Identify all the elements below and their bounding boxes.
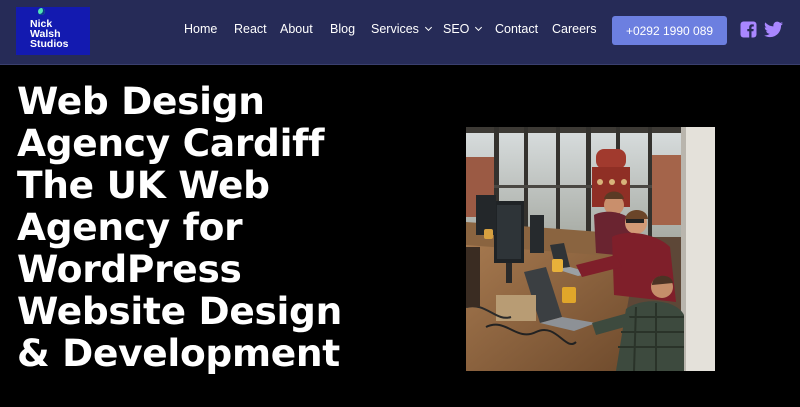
hero-title-line: Agency Cardiff	[17, 121, 325, 165]
nav-label: Blog	[330, 22, 356, 36]
chevron-down-icon	[424, 23, 432, 32]
hero-title-line: Agency for	[17, 205, 243, 249]
nav-item-home[interactable]: Home	[184, 22, 217, 36]
nav-item-services[interactable]: Services	[371, 22, 432, 36]
nav-item-seo[interactable]: SEO	[443, 22, 483, 36]
hero-title-line: The UK Web	[17, 163, 270, 207]
twitter-icon[interactable]	[764, 21, 783, 38]
nav-item-blog[interactable]: Blog	[330, 22, 355, 36]
nav-item-about[interactable]: About	[280, 22, 313, 36]
office-photo	[466, 127, 715, 371]
nav-label: Careers	[552, 22, 597, 36]
hero-title-line: Website Design	[17, 289, 342, 333]
hero-title: Web Design Agency Cardiff The UK Web Age…	[17, 80, 417, 374]
nav-label: Services	[371, 22, 419, 36]
nav-item-careers[interactable]: Careers	[552, 22, 596, 36]
site-header: Nick Walsh Studios Home React About Blog…	[0, 0, 800, 65]
nav-label: SEO	[443, 22, 470, 36]
hero-title-line: Web Design	[17, 79, 265, 123]
hero-title-line: WordPress	[17, 247, 242, 291]
facebook-icon[interactable]	[740, 21, 757, 38]
nav-label: Contact	[495, 22, 539, 36]
nav-label: React	[234, 22, 267, 36]
nav-label: About	[280, 22, 313, 36]
nav-label: Home	[184, 22, 218, 36]
hero-title-line: & Development	[17, 331, 340, 375]
nav-item-react[interactable]: React	[234, 22, 267, 36]
chevron-down-icon	[475, 23, 483, 32]
nav-item-contact[interactable]: Contact	[495, 22, 538, 36]
phone-button[interactable]: +0292 1990 089	[612, 16, 727, 45]
